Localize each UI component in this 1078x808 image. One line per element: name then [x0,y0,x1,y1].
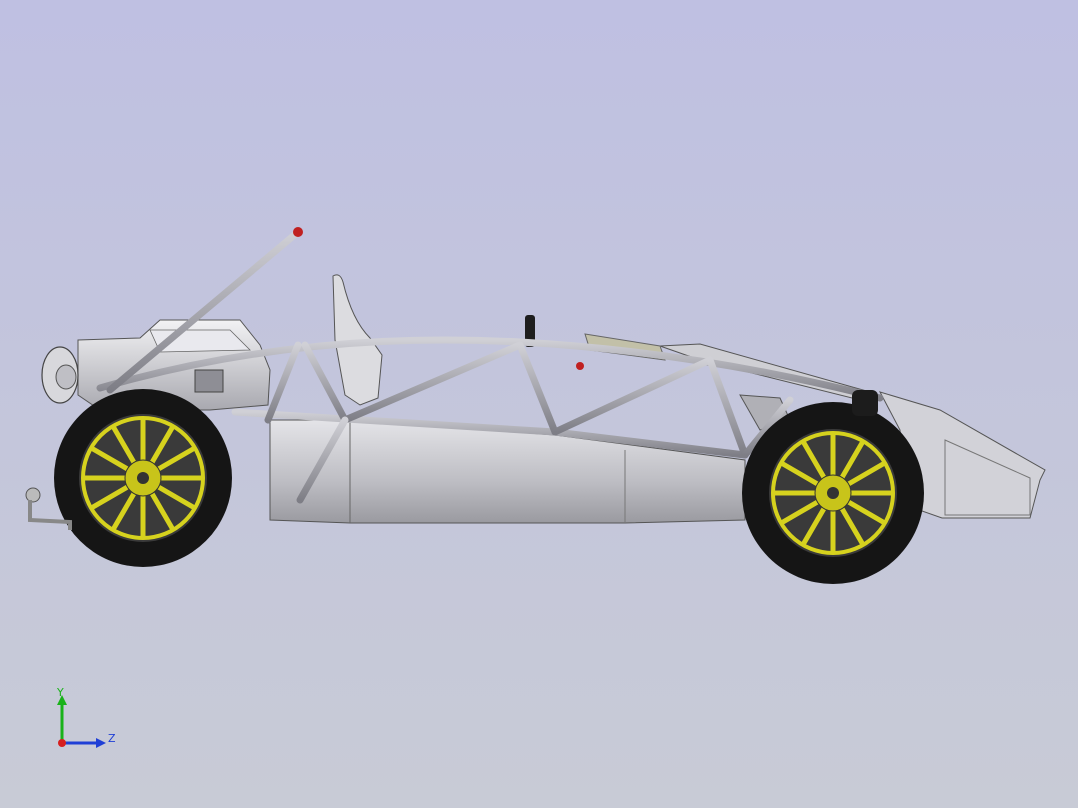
car-chassis-model[interactable] [0,0,1078,808]
cad-graphics-viewport[interactable]: Y Z [0,0,1078,808]
mount-point-marker [576,362,584,370]
z-axis-arrowhead [96,738,106,748]
y-axis-label: Y [56,686,64,699]
front-wheel [742,402,924,584]
coordinate-triad: Y Z [56,686,116,748]
side-body-panel [269,419,746,524]
harness-mount-marker [293,227,303,237]
rear-wheel [54,389,232,567]
x-axis-dot [58,739,66,747]
front-suspension-damper [852,390,878,416]
z-axis-label: Z [108,732,116,745]
